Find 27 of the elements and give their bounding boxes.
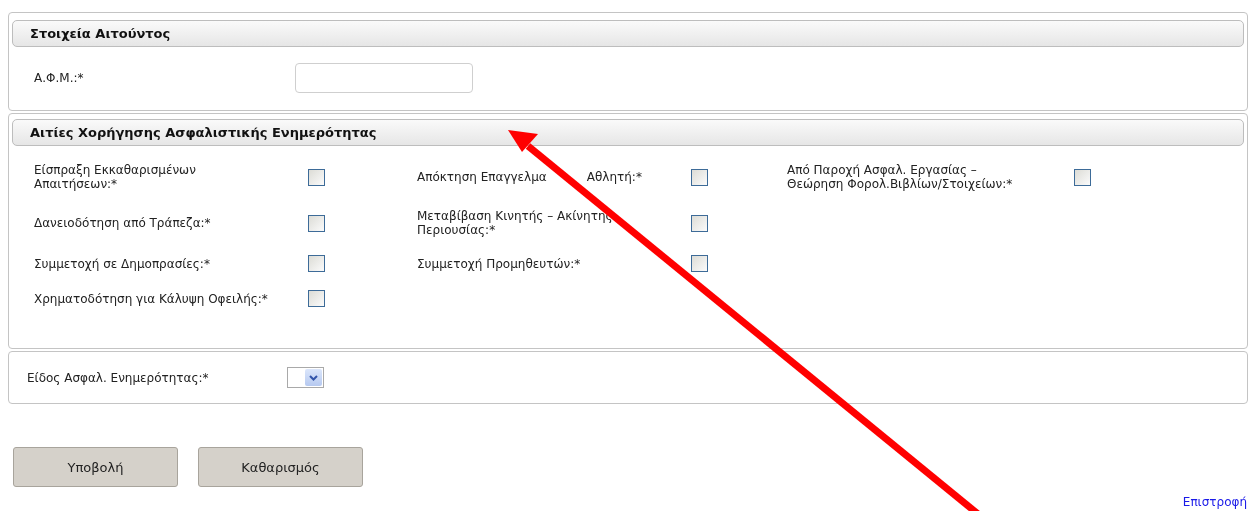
checkbox-label: Δανειοδότηση από Τράπεζα:* (34, 216, 212, 230)
checkbox[interactable] (691, 255, 708, 272)
clear-button[interactable]: Καθαρισμός (198, 447, 363, 487)
submit-button[interactable]: Υποβολή (13, 447, 178, 487)
back-link[interactable]: Επιστροφή (1182, 496, 1247, 509)
field-label: Είδος Ασφαλ. Ενημερότητας:* (27, 370, 210, 385)
checkbox-label: Χρηματοδότηση για Κάλυψη Οφειλής:* (34, 291, 269, 306)
input-field[interactable] (295, 63, 473, 93)
checkbox-label: Μεταβίβαση Κινητής – Ακίνητης Περιουσίας:* (417, 209, 614, 237)
checkbox[interactable] (308, 168, 325, 186)
field-label: Α.Φ.Μ.:* (34, 71, 85, 85)
checkbox-label: Αθλητή:* (586, 170, 642, 184)
checkbox[interactable] (308, 255, 325, 272)
section-header: Στοιχεία Αιτούντος (12, 20, 1244, 47)
checkbox[interactable] (1074, 168, 1091, 186)
checkbox-label: Από Παροχή Ασφαλ. Εργασίας – Θεώρηση Φορολ.Βιβλίων/Στοιχείων:* (787, 163, 1014, 191)
checkbox[interactable] (691, 214, 708, 232)
checkbox[interactable] (308, 214, 325, 232)
checkbox-label: Συμμετοχή Προμηθευτών:* (417, 256, 582, 271)
checkbox[interactable] (691, 168, 708, 186)
checkbox-label: Απόκτηση Επαγγελμα (417, 170, 547, 184)
checkbox-label: Είσπραξη Εκκαθαρισμένων Απαιτήσεων:* (34, 163, 197, 191)
checkbox-label: Συμμετοχή σε Δημοπρασίες:* (34, 256, 211, 271)
dropdown[interactable] (287, 367, 324, 388)
section-header: Αιτίες Χορήγησης Ασφαλιστικής Ενημερότητας (12, 119, 1244, 146)
checkbox[interactable] (308, 290, 325, 307)
chevron-down-icon (309, 374, 318, 381)
